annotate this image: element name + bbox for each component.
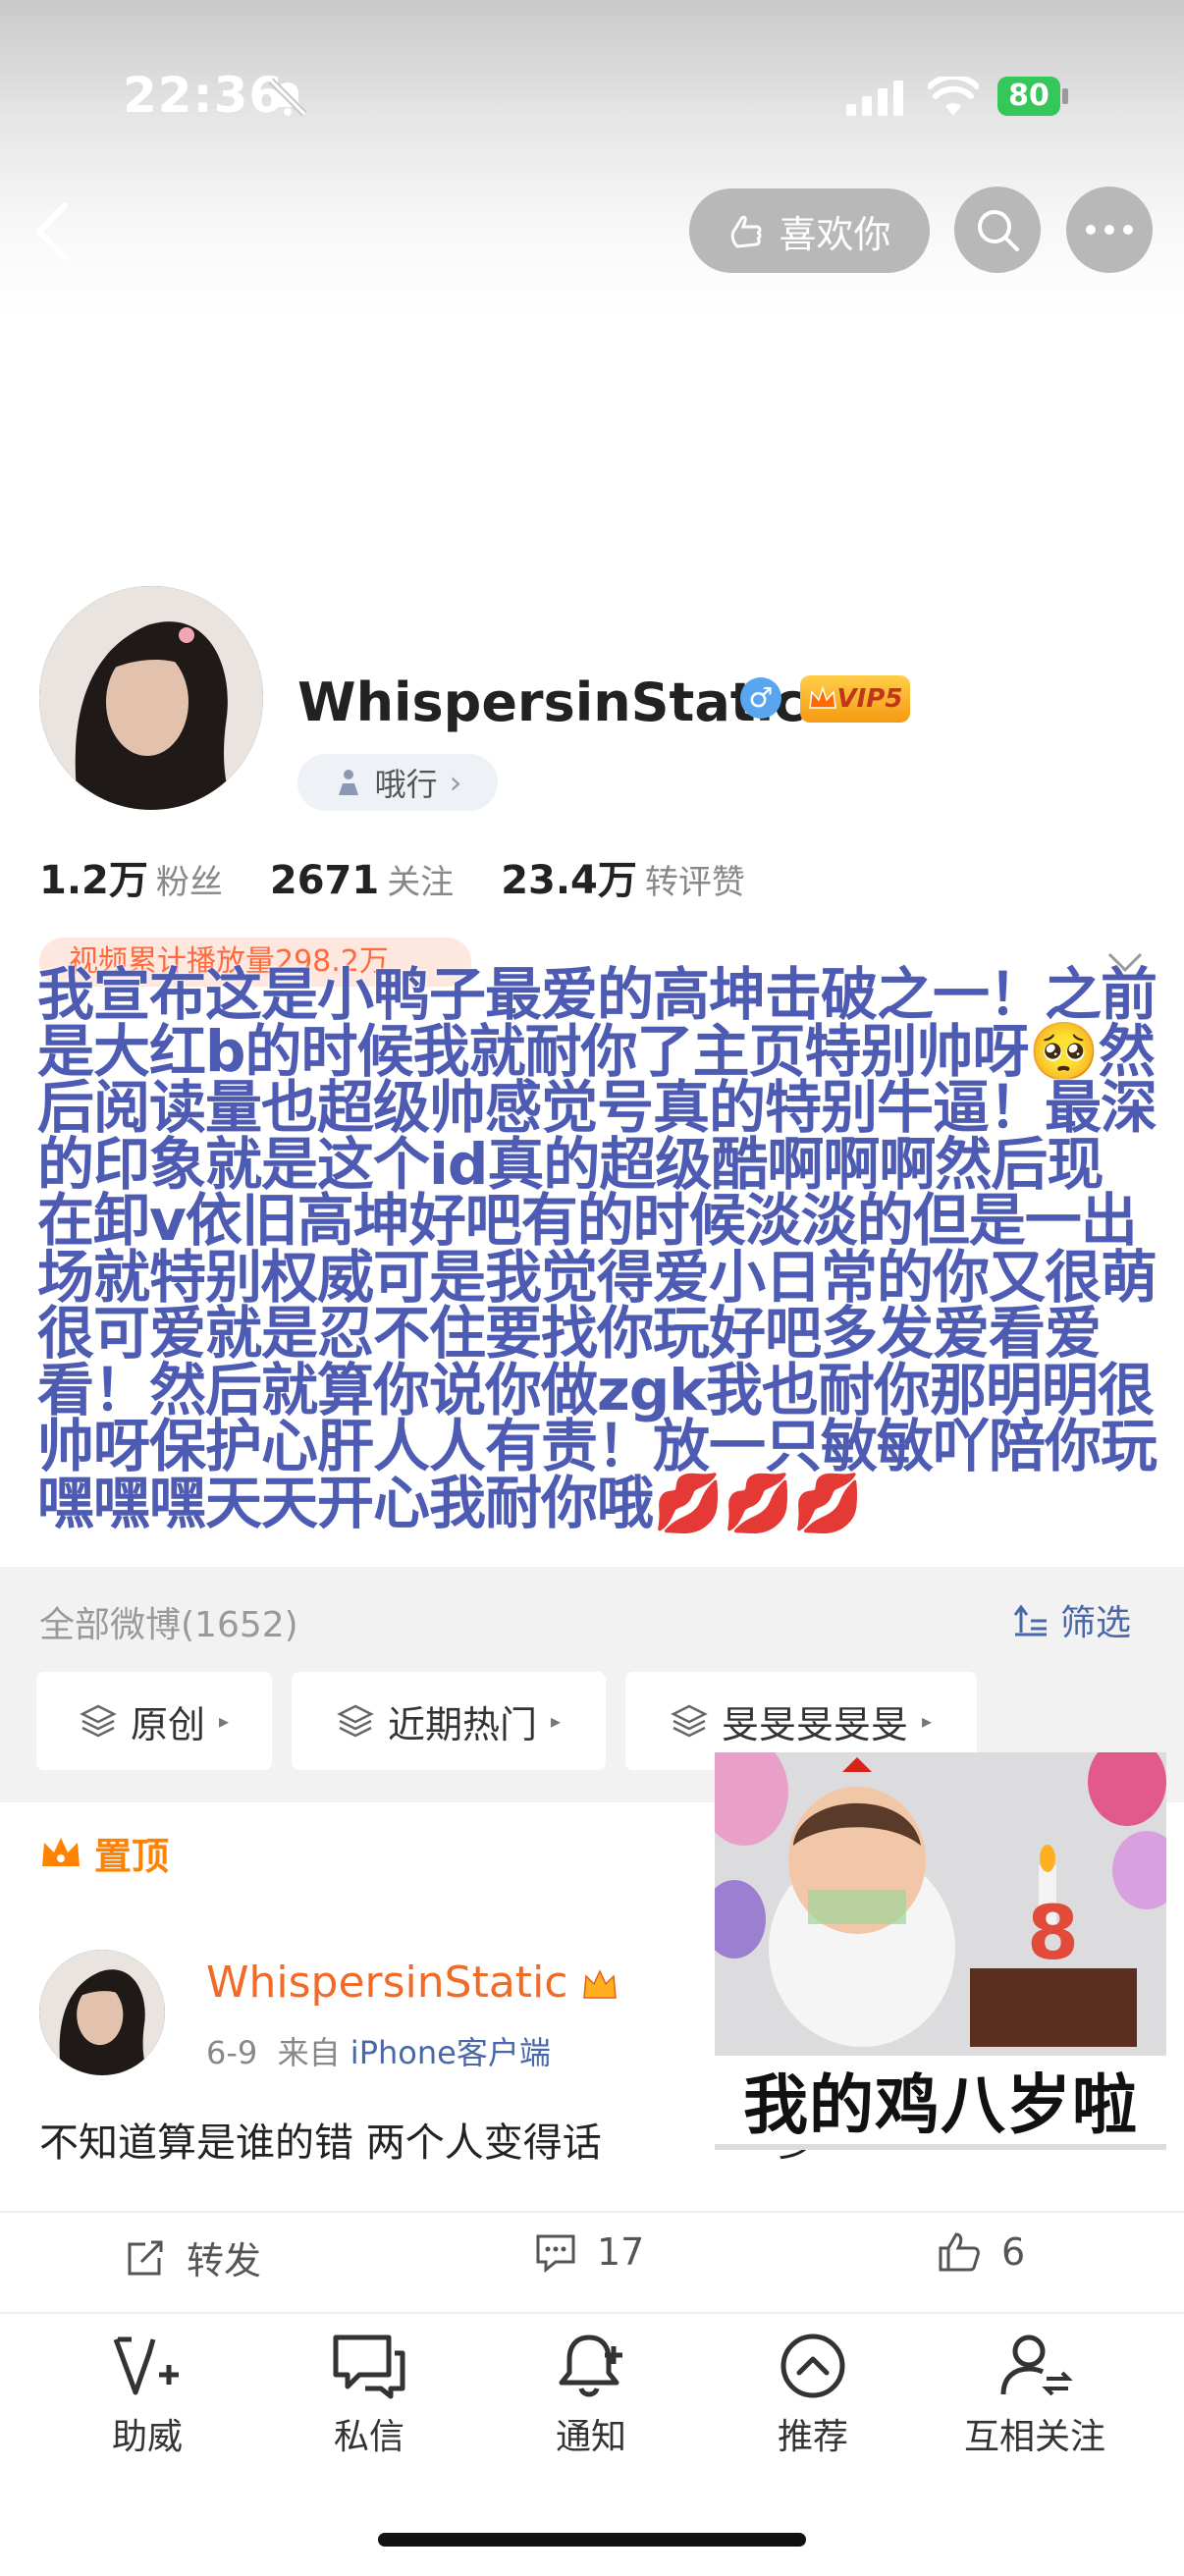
nav-cheer[interactable]: 助威 bbox=[49, 2332, 245, 2459]
caret-right-icon: ▸ bbox=[921, 1709, 933, 1733]
stat-label: 转评赞 bbox=[644, 863, 745, 902]
svg-text:8: 8 bbox=[1027, 1889, 1079, 1976]
back-arrow-icon[interactable] bbox=[31, 201, 71, 262]
post-from: 来自 bbox=[277, 2034, 341, 2071]
mute-bell-icon bbox=[268, 78, 307, 117]
comment-button[interactable]: 17 bbox=[534, 2230, 644, 2274]
pinned-label-row: 置顶 bbox=[39, 1826, 169, 1880]
like-you-button[interactable]: 喜欢你 bbox=[689, 188, 930, 273]
chat-bubbles-icon bbox=[333, 2334, 405, 2399]
nav-recommend[interactable]: 推荐 bbox=[715, 2332, 911, 2459]
stat-engagement[interactable]: 23.4万 转评赞 bbox=[501, 848, 745, 905]
post-author-label: WhispersinStatic bbox=[206, 1958, 568, 2008]
post-author-avatar[interactable] bbox=[39, 1950, 165, 2075]
post-date: 6-9 bbox=[206, 2034, 258, 2071]
male-gender-icon: ♂ bbox=[740, 677, 781, 719]
profile-stats: 1.2万 粉丝 2671 关注 23.4万 转评赞 bbox=[39, 848, 745, 905]
v-plus-icon bbox=[113, 2336, 179, 2395]
profile-avatar[interactable] bbox=[39, 586, 263, 810]
title-pill-label: 哦行 bbox=[374, 766, 438, 803]
stat-value: 1.2万 bbox=[39, 858, 148, 903]
hand-heart-icon bbox=[731, 215, 762, 248]
caret-right-icon: ▸ bbox=[550, 1709, 562, 1733]
overlay-caption: 我宣布这是小鸭子最爱的高坤击破之一！之前是大红b的时候我就耐你了主页特别帅呀🥺然… bbox=[37, 961, 1157, 1536]
repost-button[interactable]: 转发 bbox=[124, 2230, 261, 2284]
post-text[interactable]: 不知道算是谁的错 两个人变得话少 bbox=[39, 2111, 818, 2168]
caret-right-icon: ▸ bbox=[218, 1709, 230, 1733]
chip-label: 近期热门 bbox=[387, 1702, 537, 1746]
chevron-up-circle-icon bbox=[780, 2334, 845, 2398]
nav-label: 通知 bbox=[555, 2417, 626, 2457]
chip-original[interactable]: 原创 ▸ bbox=[36, 1672, 272, 1770]
layers-icon bbox=[80, 1704, 117, 1738]
post-source[interactable]: iPhone客户端 bbox=[350, 2034, 551, 2071]
all-posts-label: 全部微博(1652) bbox=[39, 1605, 298, 1645]
sitting-person-icon bbox=[338, 770, 358, 795]
nav-mutual-follow[interactable]: 互相关注 bbox=[937, 2332, 1133, 2459]
sort-filter-icon bbox=[1013, 1604, 1047, 1637]
nav-messages[interactable]: 私信 bbox=[271, 2332, 467, 2459]
stat-followers[interactable]: 1.2万 粉丝 bbox=[39, 848, 223, 905]
crown-icon bbox=[808, 686, 836, 709]
vip-crown-icon bbox=[583, 1969, 618, 1999]
stat-value: 2671 bbox=[269, 858, 380, 903]
bell-plus-icon bbox=[559, 2334, 622, 2397]
battery-indicator: 80 bbox=[997, 77, 1060, 116]
stat-label: 关注 bbox=[387, 863, 455, 902]
user-swap-icon bbox=[1000, 2334, 1073, 2396]
pinned-label: 置顶 bbox=[94, 1835, 170, 1878]
home-indicator[interactable] bbox=[378, 2533, 806, 2547]
crown-icon bbox=[42, 1837, 80, 1866]
search-button[interactable] bbox=[954, 187, 1041, 273]
stat-following[interactable]: 2671 关注 bbox=[270, 855, 454, 903]
vip-badge[interactable]: VIP5 bbox=[800, 675, 910, 723]
thumbs-up-icon bbox=[939, 2232, 980, 2272]
nav-label: 推荐 bbox=[777, 2417, 848, 2457]
comment-icon bbox=[536, 2234, 575, 2274]
nav-label: 私信 bbox=[333, 2417, 404, 2457]
chip-label: 原创 bbox=[130, 1702, 205, 1746]
status-time: 22:36 bbox=[123, 67, 285, 124]
stat-label: 粉丝 bbox=[155, 863, 223, 902]
repost-icon bbox=[128, 2240, 163, 2275]
layers-icon bbox=[337, 1704, 374, 1738]
more-dots-icon bbox=[1086, 225, 1133, 235]
filter-button[interactable]: 筛选 bbox=[1011, 1594, 1131, 1645]
sticker-image: 8 我的鸡八岁啦 bbox=[715, 1752, 1166, 2150]
like-you-label: 喜欢你 bbox=[779, 212, 891, 256]
comment-count: 17 bbox=[597, 2230, 645, 2274]
filter-label: 筛选 bbox=[1060, 1603, 1132, 1643]
layers-icon bbox=[671, 1704, 708, 1738]
like-button[interactable]: 6 bbox=[937, 2230, 1025, 2274]
post-author-name[interactable]: WhispersinStatic bbox=[206, 1958, 619, 2008]
post-text-main: 不知道算是谁的错 两个人变得话 bbox=[39, 2120, 602, 2166]
profile-name: WhispersinStatic bbox=[297, 671, 806, 733]
sticker-caption: 我的鸡八岁啦 bbox=[715, 2056, 1166, 2144]
signal-icon bbox=[846, 80, 903, 116]
repost-label: 转发 bbox=[187, 2239, 262, 2282]
vip-label: VIP5 bbox=[836, 684, 903, 714]
chip-recent-hot[interactable]: 近期热门 ▸ bbox=[292, 1672, 606, 1770]
nav-label: 互相关注 bbox=[963, 2417, 1105, 2457]
more-button[interactable] bbox=[1066, 187, 1153, 273]
nav-label: 助威 bbox=[111, 2417, 183, 2457]
like-count: 6 bbox=[1001, 2230, 1026, 2274]
search-icon bbox=[978, 210, 1019, 251]
battery-tip bbox=[1062, 88, 1068, 104]
stat-value: 23.4万 bbox=[501, 858, 637, 903]
title-pill[interactable]: 哦行 › bbox=[297, 754, 498, 811]
chevron-right-icon: › bbox=[449, 764, 462, 801]
nav-notifications[interactable]: 通知 bbox=[493, 2332, 689, 2459]
wifi-icon bbox=[928, 77, 979, 116]
chip-label: 旻旻旻旻旻 bbox=[721, 1702, 908, 1746]
post-meta: 6-9 来自 iPhone客户端 bbox=[206, 2028, 551, 2073]
